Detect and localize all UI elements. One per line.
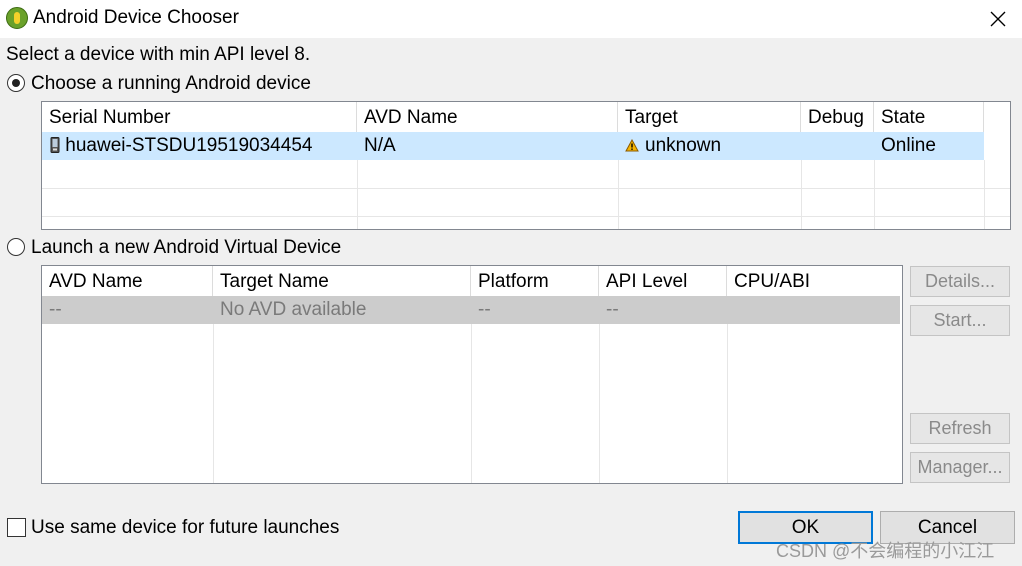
- grid-line: [801, 160, 802, 229]
- column-header-cpu-abi[interactable]: CPU/ABI: [727, 266, 902, 296]
- window-title: Android Device Chooser: [33, 7, 239, 28]
- phone-icon: [50, 137, 60, 153]
- platform-cell: --: [478, 299, 491, 320]
- start-button[interactable]: Start...: [910, 305, 1010, 336]
- serial-number-text: huawei-STSDU19519034454: [65, 135, 313, 156]
- launch-avd-label[interactable]: Launch a new Android Virtual Device: [31, 237, 341, 259]
- refresh-button[interactable]: Refresh: [910, 413, 1010, 444]
- avd-table: AVD Name Target Name Platform API Level …: [41, 265, 903, 484]
- column-header-api-level[interactable]: API Level: [599, 266, 727, 296]
- details-button[interactable]: Details...: [910, 266, 1010, 297]
- column-header-serial[interactable]: Serial Number: [42, 102, 357, 132]
- grid-line: [618, 160, 619, 229]
- column-header-platform[interactable]: Platform: [471, 266, 599, 296]
- running-devices-table: Serial Number AVD Name Target Debug Stat…: [41, 101, 1011, 230]
- warning-icon: [625, 138, 639, 152]
- launch-avd-radio[interactable]: [7, 238, 25, 256]
- debug-cell: [801, 132, 874, 160]
- avd-name-cell: --: [49, 299, 62, 320]
- grid-line: [213, 296, 214, 483]
- same-device-label[interactable]: Use same device for future launches: [31, 517, 339, 539]
- grid-line: [874, 160, 875, 229]
- target-cell: unknown: [618, 132, 801, 160]
- grid-line: [727, 296, 728, 483]
- grid-line: [42, 188, 1010, 189]
- grid-line: [599, 296, 600, 483]
- close-button[interactable]: [978, 0, 1022, 38]
- instruction-text: Select a device with min API level 8.: [6, 44, 311, 65]
- running-device-label[interactable]: Choose a running Android device: [31, 73, 311, 95]
- target-text: unknown: [645, 135, 722, 156]
- cpu-abi-cell: [727, 296, 900, 324]
- column-header-target-name[interactable]: Target Name: [213, 266, 471, 296]
- target-name-cell: No AVD available: [220, 299, 367, 320]
- android-adt-icon: [6, 7, 28, 29]
- column-header-state[interactable]: State: [874, 102, 984, 132]
- grid-line: [357, 160, 358, 229]
- column-header-avd-name[interactable]: AVD Name: [42, 266, 213, 296]
- grid-line: [471, 296, 472, 483]
- table-row[interactable]: -- No AVD available -- --: [42, 296, 900, 324]
- watermark-text: CSDN @不会编程的小江江: [776, 541, 995, 561]
- running-device-radio[interactable]: [7, 74, 25, 92]
- manager-button[interactable]: Manager...: [910, 452, 1010, 483]
- column-header-avd-name[interactable]: AVD Name: [357, 102, 618, 132]
- table-row[interactable]: huawei-STSDU19519034454 N/A unknown Onli…: [42, 132, 984, 160]
- serial-cell: huawei-STSDU19519034454: [42, 132, 357, 160]
- column-header-debug[interactable]: Debug: [801, 102, 874, 132]
- avd-name-cell: N/A: [364, 135, 396, 156]
- same-device-checkbox[interactable]: [7, 518, 26, 537]
- column-header-target[interactable]: Target: [618, 102, 801, 132]
- state-cell: Online: [881, 135, 936, 156]
- close-icon: [990, 11, 1006, 27]
- grid-line: [42, 216, 1010, 217]
- grid-line: [984, 160, 985, 229]
- api-level-cell: --: [606, 299, 619, 320]
- title-bar: Android Device Chooser: [0, 0, 1022, 38]
